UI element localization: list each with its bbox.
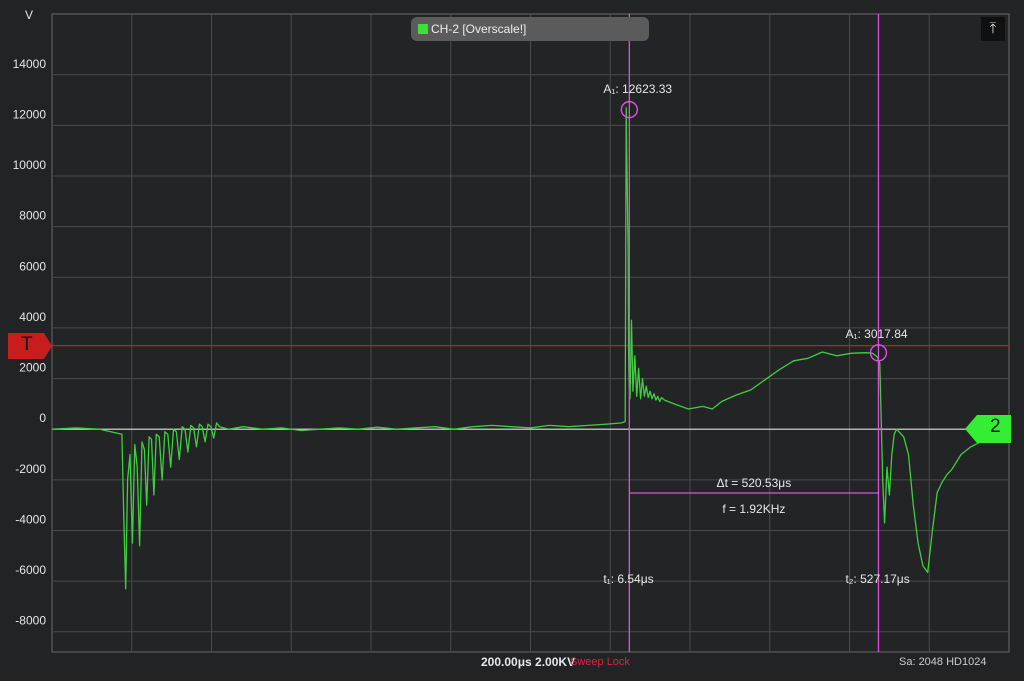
channel-color-swatch [418,24,428,34]
trigger-level-marker[interactable]: T [8,332,52,364]
channel-badge-label: CH-2 [Overscale!] [431,22,527,36]
autoscale-button[interactable]: ⤒ [981,17,1005,41]
trigger-marker-label: T [21,333,33,355]
frequency-label: f = 1.92KHz [722,502,785,516]
waveform-chart[interactable]: -8000-6000-4000-200002000400060008000100… [0,0,1024,681]
channel-marker-shape [965,415,1011,444]
y-tick-label: 12000 [13,107,47,121]
autoscale-icon: ⤒ [989,20,997,37]
sample-rate-readout: Sa: 2048 HD1024 [899,656,987,668]
y-tick-label: -4000 [15,512,46,526]
sweep-lock-indicator[interactable]: Sweep Lock [570,656,630,668]
y-tick-label: -2000 [15,462,46,476]
y-tick-label: 0 [39,411,46,425]
y-tick-label: 8000 [19,209,46,223]
channel-badge[interactable]: CH-2 [Overscale!] [411,17,649,41]
delta-t-label: Δt = 520.53μs [717,476,792,490]
channel-2-offset-marker[interactable]: 2 [965,415,1011,448]
oscilloscope-screen: -8000 -6000 -4000 -2000 0 2000 4000 6000 8000 100… [0,0,1024,681]
y-tick-label: -6000 [15,563,46,577]
cursor-t2-label: t₂: 527.17μs [845,572,909,586]
y-tick-label: 14000 [13,57,47,71]
timebase-readout[interactable]: 200.00μs 2.00KV [481,655,575,669]
cursor-t1-label: t₁: 6.54μs [603,572,653,586]
y-tick-label: 6000 [19,259,46,273]
y-tick-label: -8000 [15,614,46,628]
y-unit-label: V [25,8,34,22]
y-tick-label: 4000 [19,310,46,324]
cursor-a2-label: A₁: 3017.84 [845,327,907,341]
y-tick-label: 10000 [13,158,47,172]
channel-marker-label: 2 [990,416,1001,438]
cursor-a1-label: A₁: 12623.33 [603,82,672,96]
